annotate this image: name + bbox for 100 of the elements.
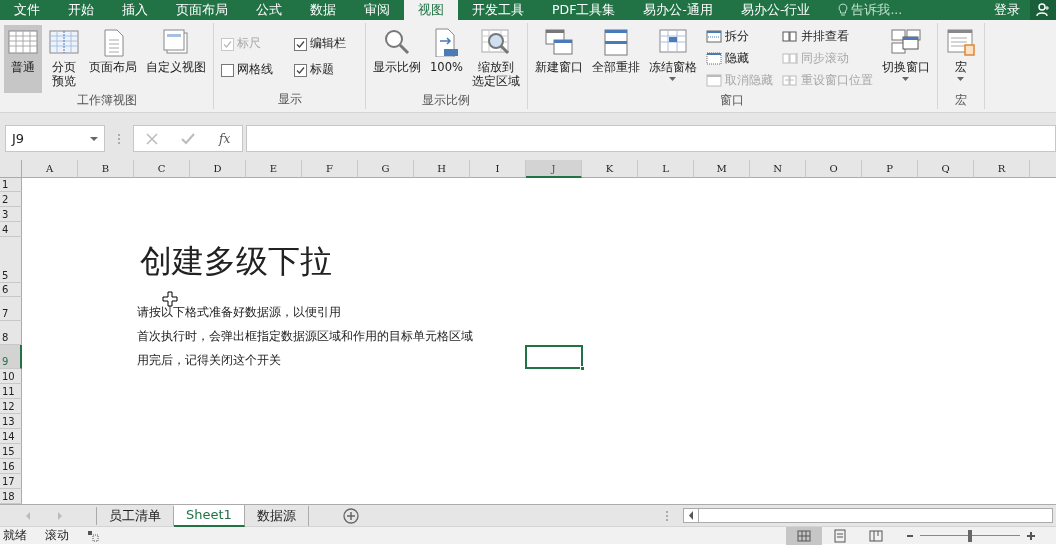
row-header[interactable]: 1 [0,178,22,192]
column-header[interactable]: H [414,160,470,178]
windows-icon [889,27,922,57]
lightbulb-icon [838,3,849,17]
group-label: 窗口 [719,93,746,107]
ribbon-button[interactable]: 普通 [4,25,42,93]
column-header[interactable]: D [190,160,246,178]
select-all-corner[interactable] [0,160,22,178]
menu-tab[interactable]: 页面布局 [162,0,242,20]
cell-text: 请按以下格式准备好数据源，以便引用 [136,303,341,321]
cancel-icon[interactable] [145,132,158,145]
grid-icon [7,27,39,57]
row-header[interactable]: 18 [0,489,22,504]
active-cell[interactable] [525,345,583,369]
menu-tab[interactable]: 审阅 [350,0,404,20]
ribbon-button[interactable]: 页面布局 [86,25,140,93]
row-header[interactable]: 13 [0,414,22,429]
row-header[interactable]: 17 [0,474,22,489]
ribbon-button[interactable]: 分页 预览 [45,25,83,93]
row-header[interactable]: 14 [0,429,22,444]
caret-icon [90,137,98,141]
menu-tab[interactable]: 易办公-通用 [629,0,727,20]
column-header[interactable]: I [470,160,526,178]
row-header[interactable]: 16 [0,459,22,474]
menu-tab[interactable]: 文件 [0,0,54,20]
sheet-tab[interactable]: 数据源 [244,505,309,526]
zoom-in-icon[interactable] [1026,530,1036,541]
sheet-tab[interactable]: Sheet1 [174,504,245,527]
ribbon-button[interactable]: 隐藏 [705,47,773,69]
column-header[interactable]: J [526,160,582,178]
row-header[interactable]: 15 [0,444,22,459]
ribbon-button[interactable]: 缩放到 选定区域 [468,25,523,93]
column-header[interactable]: E [246,160,302,178]
row-header[interactable]: 10 [0,369,22,384]
view-button[interactable] [786,526,822,545]
row-header[interactable]: 9 [0,345,22,369]
page-break-view-icon [868,527,884,544]
macro-record-icon[interactable] [87,529,99,542]
sign-in-link[interactable]: 登录 [984,0,1030,20]
page-layout-view-icon [832,527,848,544]
menu-tab[interactable]: 视图 [404,0,458,20]
row-header[interactable]: 7 [0,297,22,321]
row-header[interactable]: 12 [0,399,22,414]
menu-tab[interactable]: 插入 [108,0,162,20]
menu-tab[interactable]: 公式 [242,0,296,20]
column-header[interactable]: P [862,160,918,178]
column-header[interactable]: Q [918,160,974,178]
column-header[interactable]: L [638,160,694,178]
column-header[interactable]: N [750,160,806,178]
cursor-icon [162,291,178,307]
row-header[interactable]: 8 [0,321,22,345]
ribbon-button[interactable]: 100% [427,25,466,93]
column-header[interactable]: G [358,160,414,178]
menu-tab[interactable]: 开发工具 [458,0,538,20]
ribbon-button[interactable]: 自定义视图 [143,25,209,93]
row-header[interactable]: 4 [0,222,22,237]
column-header[interactable]: A [22,160,78,178]
checkbox[interactable]: 标题 [294,57,358,83]
column-header[interactable]: F [302,160,358,178]
page-grid-icon [48,27,80,57]
pages-icon [781,29,798,43]
formula-input[interactable] [246,125,1056,152]
checkmark-icon [295,38,306,50]
ribbon-button[interactable]: 拆分 [705,25,773,47]
ribbon-button[interactable]: 全部重排 [588,25,643,93]
checkbox[interactable]: 网格线 [221,57,285,83]
status-text: 滚动 [45,526,69,544]
pages-icon [781,51,798,65]
slider-thumb[interactable] [968,529,972,542]
menu-tab[interactable]: 易办公-行业 [726,0,825,20]
column-header[interactable]: O [806,160,862,178]
ribbon-button[interactable]: 切换窗口 [878,25,933,93]
scroll-left-icon[interactable] [687,509,695,522]
ribbon-button[interactable]: 宏 [941,25,980,93]
group-label: 显示 [276,92,303,106]
checkbox[interactable]: 编辑栏 [294,31,358,57]
column-header[interactable]: K [582,160,638,178]
user-icon[interactable] [1036,3,1050,17]
row-header[interactable]: 11 [0,384,22,399]
menu-tab[interactable]: PDF工具集 [538,0,630,20]
ribbon-button[interactable]: 并排查看 [781,25,873,47]
column-header[interactable]: R [974,160,1030,178]
tell-me-field[interactable]: 告诉我... [851,0,903,20]
ribbon-button[interactable]: 新建窗口 [531,25,586,93]
row-header[interactable]: 5 [0,237,22,283]
check-icon[interactable] [181,132,196,145]
name-box[interactable]: J9 [5,125,105,152]
add-sheet-icon[interactable] [342,507,359,524]
row-header[interactable]: 3 [0,207,22,222]
ribbon-button[interactable]: 冻结窗格 [645,25,700,93]
menu-tab[interactable]: 数据 [296,0,350,20]
ribbon-button[interactable]: 显示比例 [370,25,424,93]
insert-function-button[interactable]: fx [219,129,231,148]
row-header[interactable]: 2 [0,192,22,207]
column-header[interactable]: B [78,160,134,178]
row-header[interactable]: 6 [0,283,22,297]
column-header[interactable]: M [694,160,750,178]
menu-tab[interactable]: 开始 [54,0,108,20]
column-header[interactable]: C [134,160,190,178]
horizontal-scrollbar[interactable] [683,508,1053,523]
